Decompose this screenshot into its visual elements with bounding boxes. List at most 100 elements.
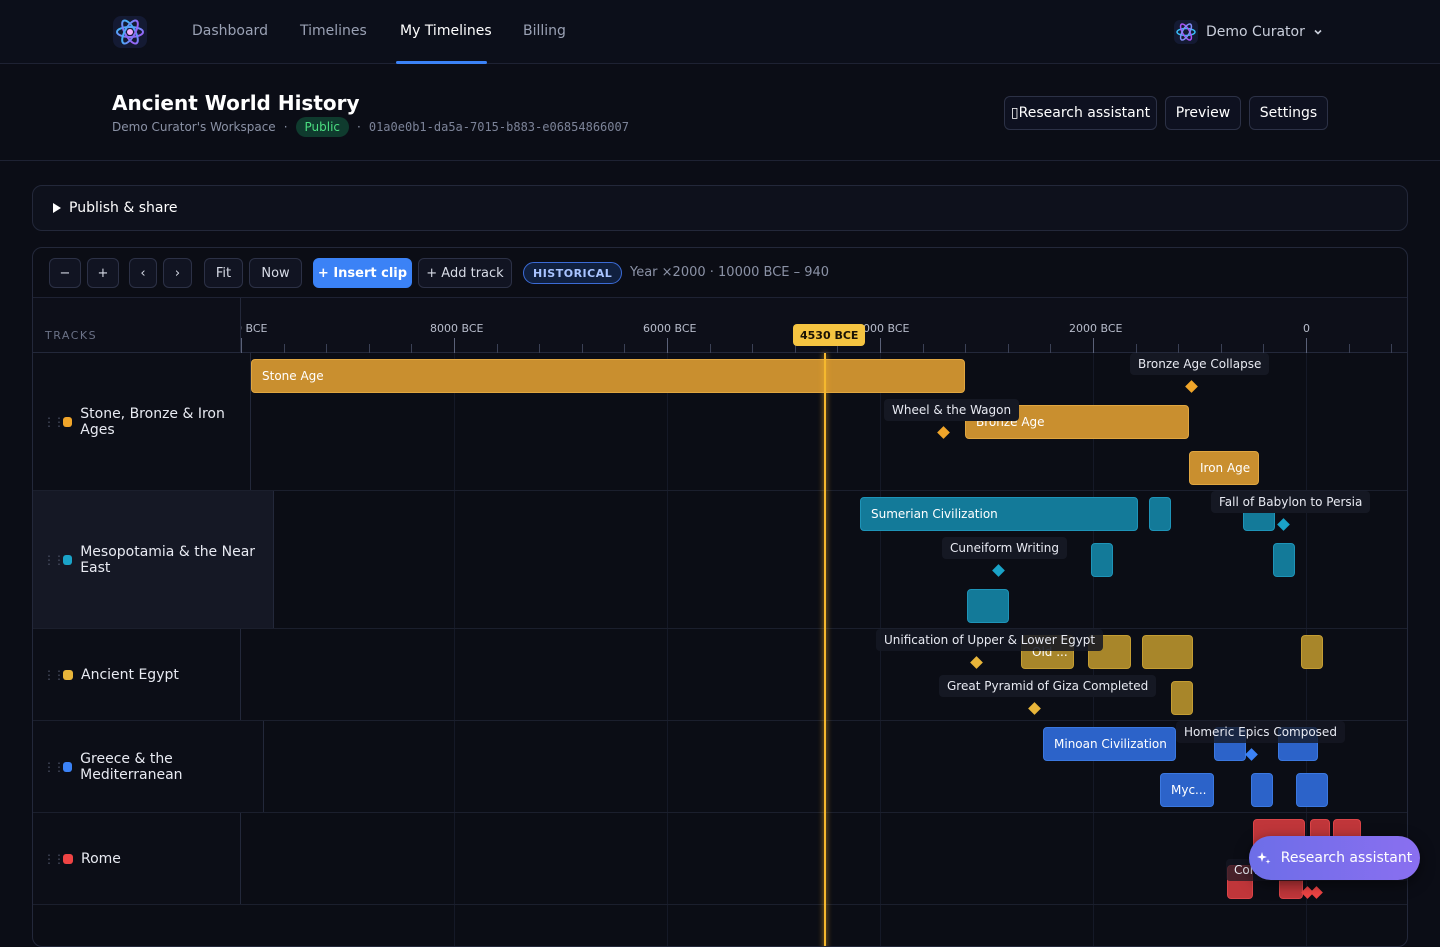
playhead[interactable] bbox=[824, 353, 826, 946]
mode-badge: HISTORICAL bbox=[523, 262, 623, 284]
add-track-button[interactable]: + Add track bbox=[418, 258, 512, 288]
ruler-minor-tick bbox=[1136, 344, 1137, 353]
track-color-dot bbox=[63, 554, 73, 565]
ruler-minor-tick bbox=[284, 344, 285, 353]
event-label: Cuneiform Writing bbox=[942, 537, 1067, 559]
ruler-minor-tick bbox=[710, 344, 711, 353]
drag-handle-icon[interactable]: ⋮⋮ bbox=[43, 553, 65, 567]
ruler-minor-tick bbox=[1008, 344, 1009, 353]
track-name: Greece & the Mediterranean bbox=[80, 750, 183, 783]
event-label: Homeric Epics Composed bbox=[1176, 721, 1345, 743]
drag-handle-icon[interactable]: ⋮⋮ bbox=[43, 852, 65, 866]
ruler-major-tick bbox=[1306, 338, 1307, 354]
event-marker[interactable] bbox=[1245, 748, 1258, 761]
clip-label: Sumerian Civilization bbox=[871, 507, 998, 521]
scroll-prev-button[interactable]: ‹ bbox=[129, 258, 157, 288]
atom-logo-icon[interactable] bbox=[112, 15, 148, 49]
ruler-minor-tick bbox=[539, 344, 540, 353]
clip-sumerian[interactable]: Sumerian Civilization bbox=[860, 497, 1138, 531]
clip[interactable] bbox=[1251, 773, 1273, 807]
preview-button[interactable]: Preview bbox=[1165, 96, 1241, 130]
clip-minoan[interactable]: Minoan Civilization bbox=[1043, 727, 1176, 761]
fit-button[interactable]: Fit bbox=[204, 258, 243, 288]
event-marker[interactable] bbox=[1310, 886, 1323, 899]
now-button[interactable]: Now bbox=[249, 258, 302, 288]
nav-my-timelines[interactable]: My Timelines bbox=[400, 23, 492, 39]
nav-timelines[interactable]: Timelines bbox=[300, 23, 367, 39]
research-assistant-button[interactable]: ▯Research assistant bbox=[1004, 96, 1157, 130]
nav-billing[interactable]: Billing bbox=[523, 23, 566, 39]
track-row: ⋮⋮ Mesopotamia & the Near East Sumerian … bbox=[33, 491, 1407, 629]
event-label: Unification of Upper & Lower Egypt bbox=[876, 629, 1104, 651]
track-color-dot bbox=[63, 669, 73, 680]
ruler-major-tick bbox=[667, 338, 668, 354]
event-label: Bronze Age Collapse bbox=[1130, 353, 1270, 375]
track-header[interactable]: ⋮⋮ Rome bbox=[33, 813, 241, 904]
track-name: Stone, Bronze & Iron Ages bbox=[80, 405, 225, 438]
clip[interactable] bbox=[1273, 543, 1295, 577]
clip-label: Stone Age bbox=[262, 369, 324, 383]
track-color-dot bbox=[63, 761, 73, 772]
drag-handle-icon[interactable]: ⋮⋮ bbox=[43, 668, 65, 682]
zoom-out-button[interactable]: − bbox=[49, 258, 81, 288]
event-marker[interactable] bbox=[1277, 518, 1290, 531]
user-menu[interactable]: Demo Curator bbox=[1174, 20, 1323, 44]
drag-handle-icon[interactable]: ⋮⋮ bbox=[43, 415, 65, 429]
ruler-major-tick bbox=[1093, 338, 1094, 354]
track-color-dot bbox=[63, 853, 73, 864]
meta-separator: · bbox=[357, 120, 361, 134]
workspace-name[interactable]: Demo Curator's Workspace bbox=[112, 120, 276, 134]
avatar bbox=[1174, 20, 1198, 44]
event-marker[interactable] bbox=[937, 426, 950, 439]
scroll-next-button[interactable]: › bbox=[163, 258, 192, 288]
track-header[interactable]: ⋮⋮ Ancient Egypt bbox=[33, 629, 241, 720]
track-header[interactable]: ⋮⋮ Greece & the Mediterranean bbox=[33, 721, 264, 812]
scale-info: Year ×2000 · 10000 BCE – 940 bbox=[630, 265, 830, 280]
clip[interactable] bbox=[1091, 543, 1113, 577]
track-row: ⋮⋮ Rome Construction of the Colosseum bbox=[33, 813, 1407, 905]
drag-handle-icon[interactable]: ⋮⋮ bbox=[43, 760, 65, 774]
page-meta: Demo Curator's Workspace · Public · 01a0… bbox=[112, 116, 629, 138]
ruler-minor-tick bbox=[497, 344, 498, 353]
track-row: ⋮⋮ Ancient Egypt Old ... Unification of … bbox=[33, 629, 1407, 721]
track-name: Mesopotamia & the Near East bbox=[80, 543, 256, 576]
time-ruler[interactable]: TRACKS 0 BCE 8000 BCE 6000 BCE 4000 BCE 2000… bbox=[33, 297, 1407, 354]
research-assistant-fab[interactable]: Research assistant bbox=[1249, 836, 1420, 880]
event-label: Wheel & the Wagon bbox=[884, 399, 1020, 421]
zoom-in-button[interactable]: + bbox=[87, 258, 119, 288]
timeline-editor: − + ‹ › Fit Now + Insert clip + Add trac… bbox=[32, 247, 1408, 947]
settings-button[interactable]: Settings bbox=[1249, 96, 1328, 130]
clip[interactable] bbox=[1149, 497, 1171, 531]
nav-dashboard[interactable]: Dashboard bbox=[192, 23, 268, 39]
track-header[interactable]: ⋮⋮ Stone, Bronze & Iron Ages bbox=[33, 353, 251, 490]
insert-clip-button[interactable]: + Insert clip bbox=[313, 258, 412, 288]
clip-iron-age[interactable]: Iron Age bbox=[1189, 451, 1259, 485]
clip[interactable] bbox=[1171, 681, 1193, 715]
meta-separator: · bbox=[283, 120, 288, 134]
clip[interactable] bbox=[1142, 635, 1193, 669]
publish-share-toggle[interactable]: Publish & share bbox=[32, 185, 1408, 231]
ruler-minor-tick bbox=[965, 344, 966, 353]
event-marker[interactable] bbox=[992, 564, 1005, 577]
clip[interactable] bbox=[1296, 773, 1328, 807]
sparkle-icon bbox=[1256, 852, 1271, 864]
event-marker[interactable] bbox=[1185, 380, 1198, 393]
ruler-minor-tick bbox=[1391, 344, 1392, 353]
page-header: Ancient World History Demo Curator's Wor… bbox=[0, 65, 1440, 161]
ruler-minor-tick bbox=[1263, 344, 1264, 353]
ruler-marks: 0 BCE 8000 BCE 6000 BCE 4000 BCE 2000 BCE 0 bbox=[33, 298, 1407, 354]
track-header[interactable]: ⋮⋮ Mesopotamia & the Near East bbox=[33, 491, 274, 628]
event-marker[interactable] bbox=[1028, 702, 1041, 715]
clip-mycenaean[interactable]: Myc... bbox=[1160, 773, 1214, 807]
clip[interactable] bbox=[1301, 635, 1323, 669]
clip-stone-age[interactable]: Stone Age bbox=[251, 359, 965, 393]
ruler-major-tick bbox=[880, 338, 881, 354]
ruler-tick-label: 0 bbox=[1303, 322, 1310, 335]
ruler-tick-label: 2000 BCE bbox=[1069, 322, 1123, 335]
event-marker[interactable] bbox=[970, 656, 983, 669]
playhead-label[interactable]: 4530 BCE bbox=[793, 324, 866, 346]
page-title: Ancient World History bbox=[112, 91, 360, 115]
ruler-minor-tick bbox=[326, 344, 327, 353]
clip-label: Minoan Civilization bbox=[1054, 737, 1167, 751]
clip[interactable] bbox=[967, 589, 1009, 623]
